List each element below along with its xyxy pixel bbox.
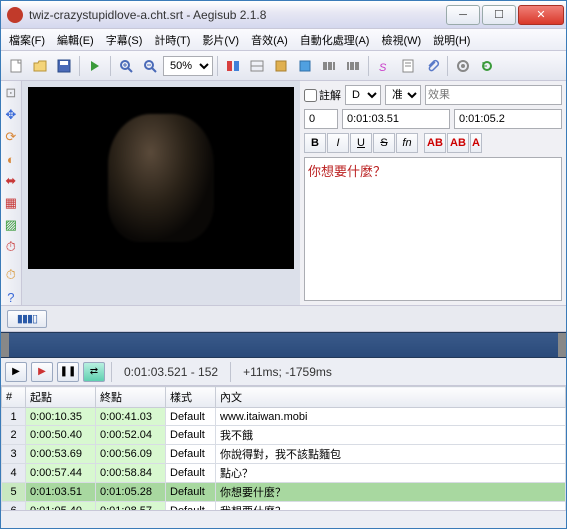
underline-button[interactable]: U: [350, 133, 372, 153]
tool-a-button[interactable]: [222, 55, 244, 77]
rotate-z-icon[interactable]: ⟳: [3, 129, 19, 145]
app-window: twiz-crazystupidlove-a.cht.srt - Aegisub…: [0, 0, 567, 529]
menu-item[interactable]: 字幕(S): [102, 30, 147, 50]
zoom-select[interactable]: 50%: [163, 56, 213, 76]
toggle-autoscroll-button[interactable]: ⇄: [83, 362, 105, 382]
bold-button[interactable]: B: [304, 133, 326, 153]
help-icon[interactable]: ?: [3, 289, 19, 305]
move-icon[interactable]: ✥: [3, 107, 19, 123]
strike-button[interactable]: S: [373, 133, 395, 153]
properties-button[interactable]: [397, 55, 419, 77]
audio-toolbar: ▮▮▮▯: [1, 306, 566, 332]
style-manager-button[interactable]: S: [373, 55, 395, 77]
play-line-button[interactable]: ▶: [31, 362, 53, 382]
cycle-button[interactable]: [476, 55, 498, 77]
new-file-button[interactable]: [5, 55, 27, 77]
effect-input[interactable]: [425, 85, 562, 105]
rotate-xy-icon[interactable]: ◐: [3, 151, 19, 167]
titlebar: twiz-crazystupidlove-a.cht.srt - Aegisub…: [1, 1, 566, 29]
table-row[interactable]: 10:00:10.350:00:41.03Defaultwww.itaiwan.…: [2, 408, 566, 426]
table-row[interactable]: 50:01:03.510:01:05.28Default你想要什麼？: [2, 483, 566, 502]
offset-text: +11ms; -1759ms: [237, 365, 338, 379]
italic-button[interactable]: I: [327, 133, 349, 153]
start-time-input[interactable]: 0:01:03.51: [342, 109, 450, 129]
tool-e-button[interactable]: [318, 55, 340, 77]
subtitle-text-input[interactable]: 你想要什麼？: [304, 157, 562, 301]
video-area: [22, 81, 300, 305]
position-text: 0:01:03.521 - 152: [118, 365, 224, 379]
status-bar: [1, 510, 566, 528]
end-time-input[interactable]: 0:01:05.2: [454, 109, 562, 129]
maximize-button[interactable]: ☐: [482, 5, 516, 25]
table-row[interactable]: 30:00:53.690:00:56.09Default你說得對，我不該點麵包: [2, 445, 566, 464]
menubar: 檔案(F)編輯(E)字幕(S)計時(T)影片(V)音效(A)自動化處理(A)檢視…: [1, 29, 566, 51]
jump-button[interactable]: [84, 55, 106, 77]
color2-button[interactable]: AB: [447, 133, 469, 153]
side-toolbar: ⊡ ✥ ⟳ ◐ ⬌ ▦ ▨ ⏱ ⏱ ?: [1, 81, 22, 305]
actor-select[interactable]: 准: [385, 85, 421, 105]
tool-d-button[interactable]: [294, 55, 316, 77]
menu-item[interactable]: 說明(H): [429, 30, 474, 50]
table-row[interactable]: 20:00:50.400:00:52.04Default我不餓: [2, 426, 566, 445]
stopwatch-icon[interactable]: ⏱: [3, 267, 19, 283]
play-button[interactable]: ▶: [5, 362, 27, 382]
table-row[interactable]: 60:01:05.400:01:08.57Default我想要什麼？: [2, 502, 566, 511]
column-header[interactable]: 終點: [96, 387, 166, 408]
svg-text:S: S: [379, 62, 387, 74]
zoom-in-button[interactable]: [115, 55, 137, 77]
scale-icon[interactable]: ⬌: [3, 173, 19, 189]
edit-panel: 註解 D 准 0 0:01:03.51 0:01:05.2 B I U S fn…: [300, 81, 566, 305]
menu-item[interactable]: 檢視(W): [377, 30, 425, 50]
tool-c-button[interactable]: [270, 55, 292, 77]
zoom-out-button[interactable]: [139, 55, 161, 77]
transport-bar: ▶ ▶ ❚❚ ⇄ 0:01:03.521 - 152 +11ms; -1759m…: [1, 358, 566, 386]
tool-b-button[interactable]: [246, 55, 268, 77]
volume-button[interactable]: ▮▮▮▯: [7, 310, 47, 328]
subtitle-grid[interactable]: #起點終點樣式內文10:00:10.350:00:41.03Defaultwww…: [1, 386, 566, 510]
color3-button[interactable]: A: [470, 133, 482, 153]
menu-item[interactable]: 音效(A): [247, 30, 292, 50]
color1-button[interactable]: AB: [424, 133, 446, 153]
menu-item[interactable]: 自動化處理(A): [296, 30, 374, 50]
app-icon: [7, 7, 23, 23]
vector-clip-icon[interactable]: ▨: [3, 217, 19, 233]
font-button[interactable]: fn: [396, 133, 418, 153]
layer-input[interactable]: 0: [304, 109, 338, 129]
reset-icon[interactable]: ⊡: [3, 85, 19, 101]
menu-item[interactable]: 計時(T): [150, 30, 194, 50]
column-header[interactable]: 內文: [216, 387, 566, 408]
tool-f-button[interactable]: [342, 55, 364, 77]
timer-icon[interactable]: ⏱: [3, 239, 19, 255]
main-toolbar: 50% S: [1, 51, 566, 81]
open-file-button[interactable]: [29, 55, 51, 77]
comment-checkbox[interactable]: 註解: [304, 87, 341, 103]
clip-icon[interactable]: ▦: [3, 195, 19, 211]
pause-button[interactable]: ❚❚: [57, 362, 79, 382]
menu-item[interactable]: 影片(V): [198, 30, 243, 50]
menu-item[interactable]: 檔案(F): [5, 30, 49, 50]
video-frame[interactable]: [28, 87, 294, 269]
column-header[interactable]: 起點: [26, 387, 96, 408]
column-header[interactable]: 樣式: [166, 387, 216, 408]
waveform-area[interactable]: [1, 332, 566, 358]
menu-item[interactable]: 編輯(E): [53, 30, 98, 50]
window-title: twiz-crazystupidlove-a.cht.srt - Aegisub…: [29, 8, 446, 22]
minimize-button[interactable]: ─: [446, 5, 480, 25]
save-file-button[interactable]: [53, 55, 75, 77]
table-row[interactable]: 40:00:57.440:00:58.84Default點心？: [2, 464, 566, 483]
attachment-button[interactable]: [421, 55, 443, 77]
settings-button[interactable]: [452, 55, 474, 77]
close-button[interactable]: ✕: [518, 5, 564, 25]
style-select[interactable]: D: [345, 85, 381, 105]
column-header[interactable]: #: [2, 387, 26, 408]
